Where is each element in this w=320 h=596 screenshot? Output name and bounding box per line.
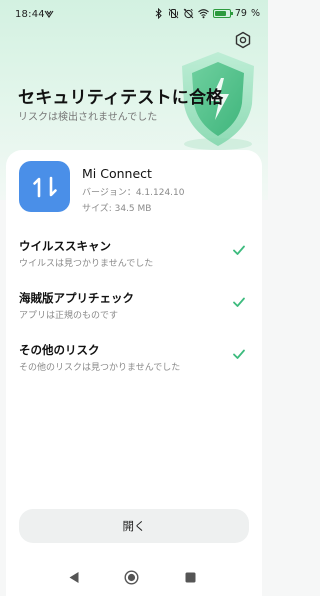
vpn-key-icon	[44, 10, 54, 18]
settings-gear-icon[interactable]	[234, 31, 252, 49]
check-description: その他のリスクは見つかりませんでした	[19, 363, 181, 373]
battery-percent: 79	[234, 8, 247, 19]
app-icon	[19, 161, 70, 212]
check-description: ウイルスは見つかりませんでした	[19, 259, 154, 269]
recent-apps-icon[interactable]	[185, 572, 196, 583]
vibrate-icon	[168, 8, 179, 19]
home-icon[interactable]	[124, 570, 139, 585]
wifi-icon	[198, 9, 209, 19]
page-title: セキュリティテストに合格	[18, 88, 224, 108]
check-title: 海賊版アプリチェック	[19, 291, 134, 305]
open-button[interactable]: 開く	[19, 509, 249, 543]
app-size: サイズ: 34.5 MB	[82, 204, 152, 214]
check-description: アプリは正規のものです	[19, 311, 119, 321]
checkmark-icon	[233, 349, 245, 359]
checkmark-icon	[233, 297, 245, 307]
status-time: 18:44	[15, 9, 45, 20]
status-bar: 18:44 79%	[0, 0, 268, 30]
checkmark-icon	[233, 245, 245, 255]
back-icon[interactable]	[68, 571, 80, 584]
page-subtitle: リスクは検出されませんでした	[18, 112, 158, 123]
battery-icon	[212, 9, 233, 18]
status-icons: 79%	[153, 8, 260, 19]
mi-connect-logo-icon	[32, 176, 57, 197]
alarm-off-icon	[183, 8, 194, 19]
check-pirated-app: 海賊版アプリチェック アプリは正規のものです	[19, 290, 259, 326]
app-name: Mi Connect	[82, 166, 152, 181]
check-title: その他のリスク	[19, 343, 100, 357]
app-version: バージョン：4.1.124.10	[82, 188, 185, 198]
check-virus-scan: ウイルススキャン ウイルスは見つかりませんでした	[19, 238, 259, 274]
bluetooth-icon	[155, 8, 162, 19]
check-other-risks: その他のリスク その他のリスクは見つかりませんでした	[19, 342, 259, 378]
check-title: ウイルススキャン	[19, 239, 111, 253]
